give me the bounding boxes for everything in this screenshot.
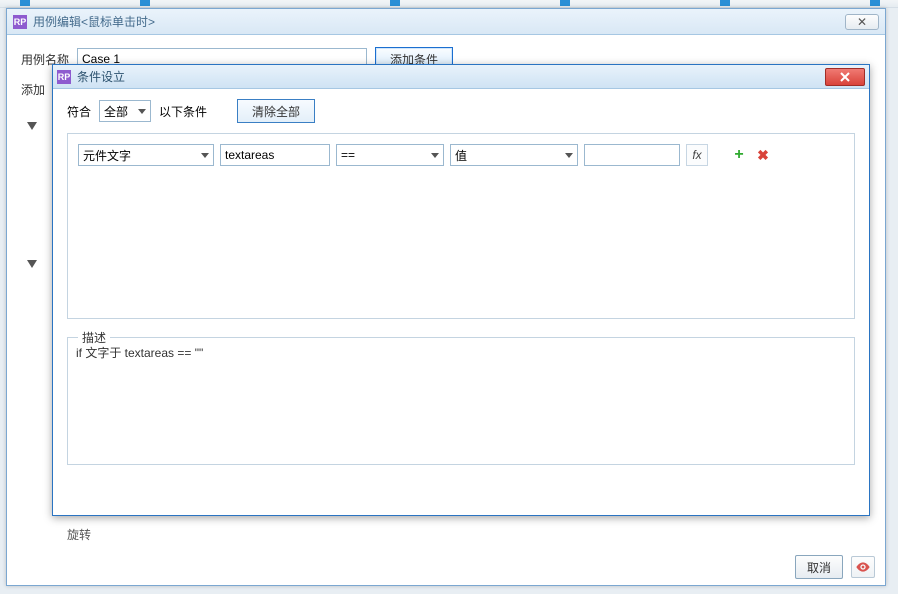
- tree-expand-column: [21, 98, 37, 268]
- condition-dialog-title: 条件设立: [77, 68, 125, 85]
- description-legend: 描述: [78, 329, 110, 346]
- expand-caret-icon[interactable]: [27, 122, 37, 130]
- description-textarea[interactable]: [68, 338, 854, 464]
- condition-row: 元件文字 textareas == 值: [78, 144, 844, 166]
- cancel-button[interactable]: 取消: [795, 555, 843, 579]
- case-editor-titlebar[interactable]: RP 用例编辑<鼠标单击时> ✕: [7, 9, 885, 35]
- close-button[interactable]: ✕: [845, 14, 879, 30]
- close-button[interactable]: [825, 68, 865, 86]
- match-mode-row: 符合 全部 以下条件 清除全部: [67, 99, 855, 123]
- description-panel: 描述: [67, 337, 855, 465]
- chevron-down-icon: [565, 153, 573, 158]
- match-mode-value: 全部: [104, 103, 132, 120]
- case-editor-title: 用例编辑<鼠标单击时>: [33, 13, 155, 30]
- condition-dialog-titlebar[interactable]: RP 条件设立: [53, 65, 869, 89]
- clear-all-button[interactable]: 清除全部: [237, 99, 315, 123]
- delete-row-icon[interactable]: ✖: [754, 146, 772, 164]
- add-actions-label: 添加: [21, 83, 45, 97]
- chevron-down-icon: [431, 153, 439, 158]
- condition-operator-select[interactable]: ==: [336, 144, 444, 166]
- preview-icon[interactable]: [851, 556, 875, 578]
- match-suffix-label: 以下条件: [159, 103, 207, 120]
- condition-type-select[interactable]: 元件文字: [78, 144, 214, 166]
- fx-button[interactable]: fx: [686, 144, 708, 166]
- add-row-icon[interactable]: +: [730, 146, 748, 164]
- bottom-stub-label: 旋转: [67, 526, 91, 543]
- condition-value-type-select[interactable]: 值: [450, 144, 578, 166]
- condition-target-dropdown[interactable]: [312, 144, 330, 166]
- condition-type-value: 元件文字: [83, 147, 195, 164]
- chevron-down-icon: [138, 109, 146, 114]
- condition-value-type-value: 值: [455, 147, 559, 164]
- rp-app-icon: RP: [13, 15, 27, 29]
- condition-target-value: textareas: [225, 148, 308, 162]
- condition-operator-value: ==: [341, 148, 425, 162]
- rp-app-icon: RP: [57, 70, 71, 84]
- condition-target-field[interactable]: textareas: [220, 144, 312, 166]
- condition-builder-dialog: RP 条件设立 符合 全部 以下条件 清除全部 元件文字: [52, 64, 870, 516]
- expand-caret-icon[interactable]: [27, 260, 37, 268]
- background-toolbar-strip: [0, 0, 898, 8]
- conditions-panel: 元件文字 textareas == 值: [67, 133, 855, 319]
- match-label: 符合: [67, 103, 91, 120]
- chevron-down-icon: [201, 153, 209, 158]
- match-mode-select[interactable]: 全部: [99, 100, 151, 122]
- case-editor-footer: 取消: [795, 555, 875, 579]
- condition-value-input[interactable]: [584, 144, 680, 166]
